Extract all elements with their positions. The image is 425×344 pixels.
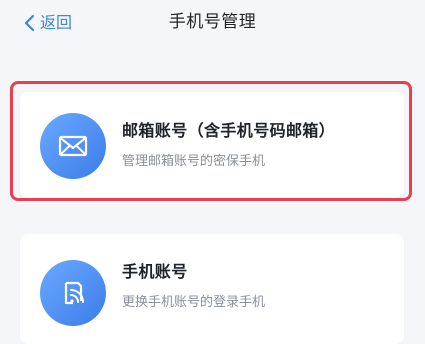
card-description: 管理邮箱账号的密保手机 [122, 154, 266, 169]
mail-account-card[interactable]: 邮箱账号（含手机号码邮箱） 管理邮箱账号的密保手机 [20, 92, 404, 198]
card-title: 手机账号 [122, 262, 188, 281]
card-description: 更换手机账号的登录手机 [122, 295, 266, 310]
card-title: 邮箱账号（含手机号码邮箱） [122, 121, 336, 140]
phone-account-card[interactable]: 手机账号 更换手机账号的登录手机 [20, 234, 404, 344]
phone-account-icon [40, 260, 106, 326]
nav-bar: 返回 手机号管理 [0, 0, 425, 48]
mail-icon [40, 113, 106, 179]
page-title: 手机号管理 [168, 12, 257, 32]
